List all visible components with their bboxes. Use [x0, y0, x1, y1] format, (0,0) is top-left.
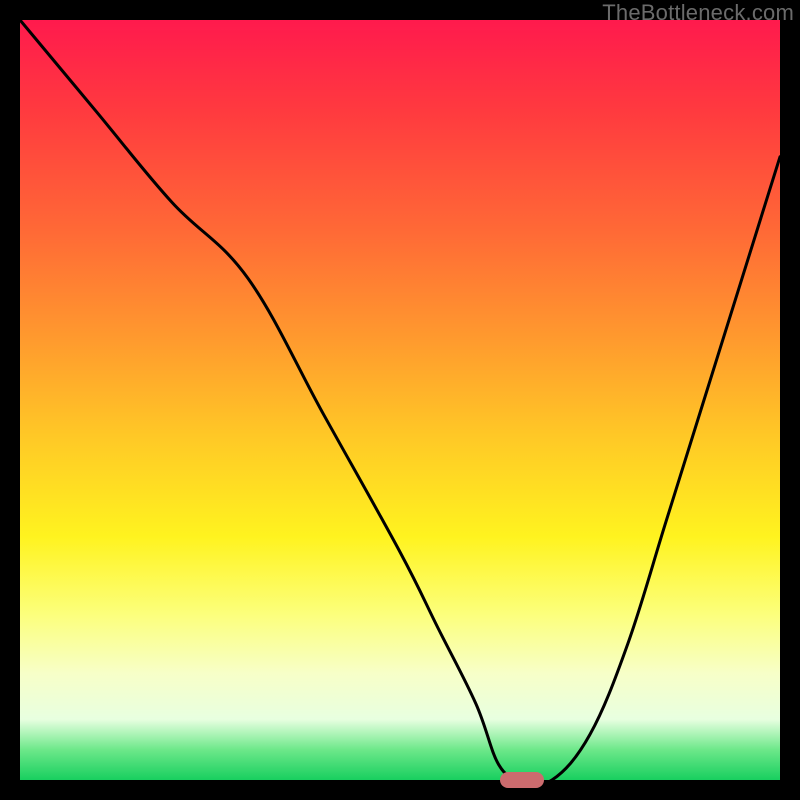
bottleneck-curve	[20, 20, 780, 780]
chart-plot-area	[20, 20, 780, 780]
optimal-point-marker	[500, 772, 544, 788]
chart-frame: TheBottleneck.com	[0, 0, 800, 800]
